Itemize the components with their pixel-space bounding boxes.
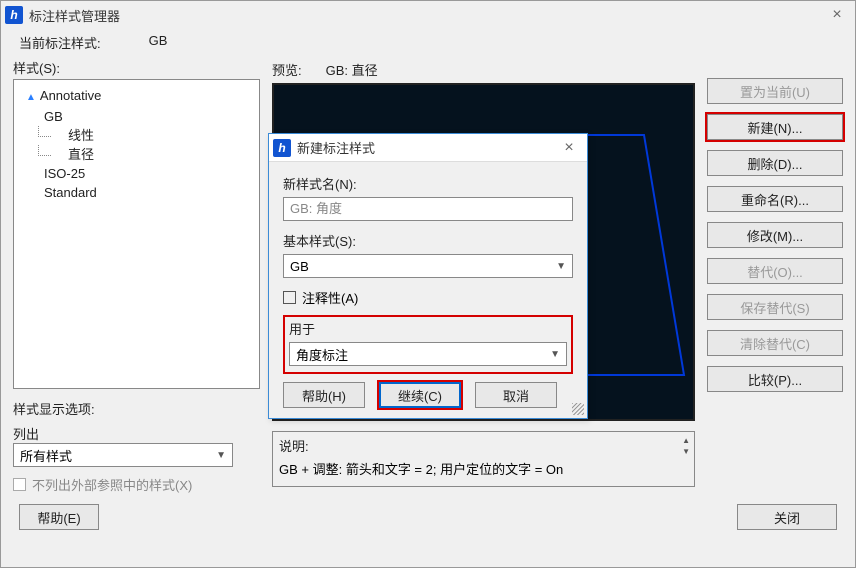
clear-override-button[interactable]: 清除替代(C) <box>707 330 843 356</box>
use-for-group: 用于 角度标注 ▼ <box>283 315 573 374</box>
close-button[interactable]: 关闭 <box>737 504 837 530</box>
desc-down-icon[interactable]: ▼ <box>682 447 690 456</box>
new-name-label: 新样式名(N): <box>283 174 573 193</box>
titlebar: h 标注样式管理器 × <box>1 1 855 29</box>
window-title: 标注样式管理器 <box>29 6 823 25</box>
current-style-value: GB <box>149 33 168 52</box>
modal-help-button[interactable]: 帮助(H) <box>283 382 365 408</box>
modify-button[interactable]: 修改(M)... <box>707 222 843 248</box>
modal-title: 新建标注样式 <box>297 138 555 157</box>
tree-item-standard[interactable]: Standard <box>26 183 257 202</box>
base-style-combo[interactable]: GB ▼ <box>283 254 573 278</box>
close-icon[interactable]: × <box>823 6 851 24</box>
app-icon: h <box>273 139 291 157</box>
new-dimstyle-dialog: h 新建标注样式 × 新样式名(N): GB: 角度 基本样式(S): GB ▼… <box>268 133 588 419</box>
display-options-label: 样式显示选项: <box>13 399 260 418</box>
tree-item-annotative[interactable]: Annotative <box>26 86 257 107</box>
new-button[interactable]: 新建(N)... <box>707 114 843 140</box>
chevron-down-icon: ▼ <box>550 349 560 360</box>
chevron-down-icon: ▼ <box>556 261 566 272</box>
compare-button[interactable]: 比较(P)... <box>707 366 843 392</box>
override-button[interactable]: 替代(O)... <box>707 258 843 284</box>
tree-item-iso25[interactable]: ISO-25 <box>26 164 257 183</box>
help-button[interactable]: 帮助(E) <box>19 504 99 530</box>
tree-item-linear[interactable]: 线性 <box>26 126 257 145</box>
description-label: 说明: <box>279 436 688 455</box>
delete-button[interactable]: 删除(D)... <box>707 150 843 176</box>
styles-tree[interactable]: Annotative GB 线性 直径 ISO-25 Standard <box>13 79 260 389</box>
tree-item-diameter[interactable]: 直径 <box>26 145 257 164</box>
save-override-button[interactable]: 保存替代(S) <box>707 294 843 320</box>
base-style-label: 基本样式(S): <box>283 231 573 250</box>
resize-grip-icon[interactable] <box>572 403 584 415</box>
list-filter-combo[interactable]: 所有样式 ▼ <box>13 443 233 467</box>
new-name-input[interactable]: GB: 角度 <box>283 197 573 221</box>
description-text: GB + 调整: 箭头和文字 = 2; 用户定位的文字 = On <box>279 459 688 478</box>
set-current-button[interactable]: 置为当前(U) <box>707 78 843 104</box>
use-for-combo[interactable]: 角度标注 ▼ <box>289 342 567 366</box>
chevron-down-icon: ▼ <box>216 450 226 461</box>
list-label: 列出 <box>13 424 260 443</box>
description-box: 说明: GB + 调整: 箭头和文字 = 2; 用户定位的文字 = On ▲ ▼ <box>272 431 695 487</box>
use-for-label: 用于 <box>289 319 567 338</box>
preview-current: GB: 直径 <box>326 60 378 79</box>
modal-close-icon[interactable]: × <box>555 139 583 157</box>
app-icon: h <box>5 6 23 24</box>
checkbox-box <box>283 291 296 304</box>
checkbox-box <box>13 478 26 491</box>
exclude-xref-checkbox[interactable]: 不列出外部参照中的样式(X) <box>13 475 260 494</box>
styles-label: 样式(S): <box>13 58 60 77</box>
rename-button[interactable]: 重命名(R)... <box>707 186 843 212</box>
preview-label: 预览: <box>272 60 302 79</box>
cancel-button[interactable]: 取消 <box>475 382 557 408</box>
tree-item-gb[interactable]: GB <box>26 107 257 126</box>
desc-up-icon[interactable]: ▲ <box>682 436 690 445</box>
current-style-label: 当前标注样式: <box>19 33 101 52</box>
annotative-checkbox[interactable]: 注释性(A) <box>283 288 573 307</box>
continue-button[interactable]: 继续(C) <box>379 382 461 408</box>
